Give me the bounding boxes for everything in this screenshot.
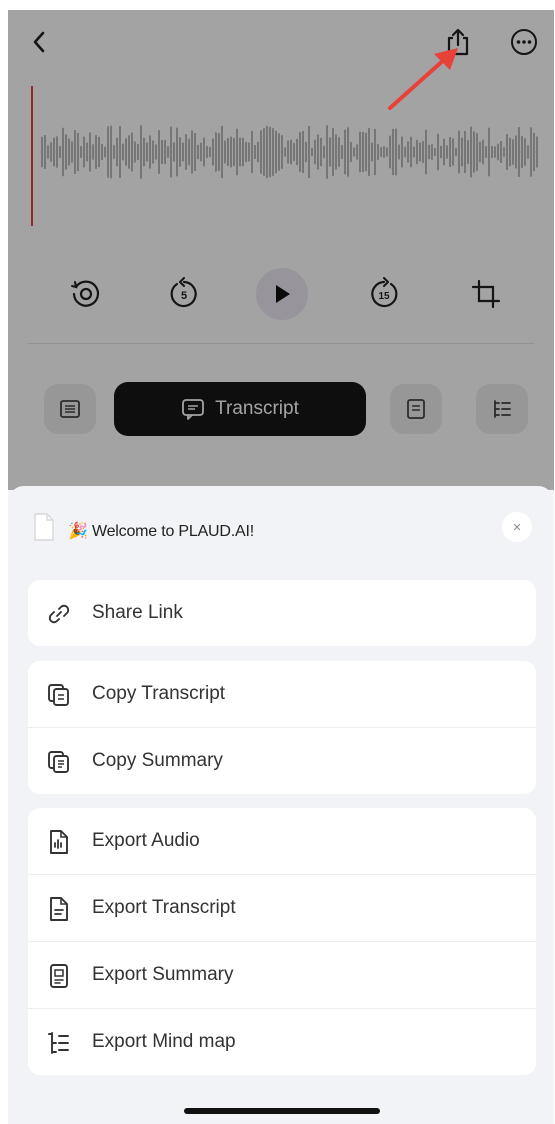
share-group: Share Link: [28, 580, 536, 646]
export-summary-item[interactable]: Export Summary: [28, 942, 536, 1009]
copy-group: Copy Transcript Copy Summary: [28, 661, 536, 794]
link-icon: [46, 601, 72, 627]
sheet-header: 🎉 Welcome to PLAUD.AI! ×: [8, 486, 554, 568]
copy-icon: [46, 749, 72, 775]
export-audio-item[interactable]: Export Audio: [28, 808, 536, 875]
copy-summary-label: Copy Summary: [92, 750, 223, 771]
export-transcript-item[interactable]: Export Transcript: [28, 875, 536, 942]
home-indicator: [184, 1108, 380, 1114]
mind-map-icon: [46, 1030, 72, 1056]
summary-file-icon: [46, 963, 72, 989]
export-audio-label: Export Audio: [92, 830, 200, 851]
audio-file-icon: [46, 829, 72, 855]
file-icon: [34, 513, 54, 541]
recording-title: Welcome to PLAUD.AI!: [91, 523, 254, 540]
document-icon: [46, 896, 72, 922]
export-summary-label: Export Summary: [92, 964, 234, 985]
app-screen: 5 15 Transcript 🎉 Welcome to PLAUD.AI! ×…: [8, 10, 554, 1124]
export-mind-map-item[interactable]: Export Mind map: [28, 1009, 536, 1075]
share-link-item[interactable]: Share Link: [28, 580, 536, 646]
close-icon: ×: [512, 518, 522, 536]
copy-icon: [46, 682, 72, 708]
copy-transcript-label: Copy Transcript: [92, 683, 226, 704]
party-emoji: 🎉: [68, 523, 88, 540]
sheet-title: 🎉 Welcome to PLAUD.AI!: [68, 521, 254, 541]
export-group: Export Audio Export Transcript Export Su…: [28, 808, 536, 1075]
copy-transcript-item[interactable]: Copy Transcript: [28, 661, 536, 728]
copy-summary-item[interactable]: Copy Summary: [28, 728, 536, 794]
close-button[interactable]: ×: [502, 512, 532, 542]
modal-backdrop[interactable]: [8, 10, 554, 490]
share-link-label: Share Link: [92, 602, 183, 623]
share-sheet: 🎉 Welcome to PLAUD.AI! × Share Link Copy…: [8, 486, 554, 1124]
export-mind-map-label: Export Mind map: [92, 1031, 236, 1052]
export-transcript-label: Export Transcript: [92, 897, 236, 918]
audio-player: 5 15 Transcript: [8, 10, 554, 490]
